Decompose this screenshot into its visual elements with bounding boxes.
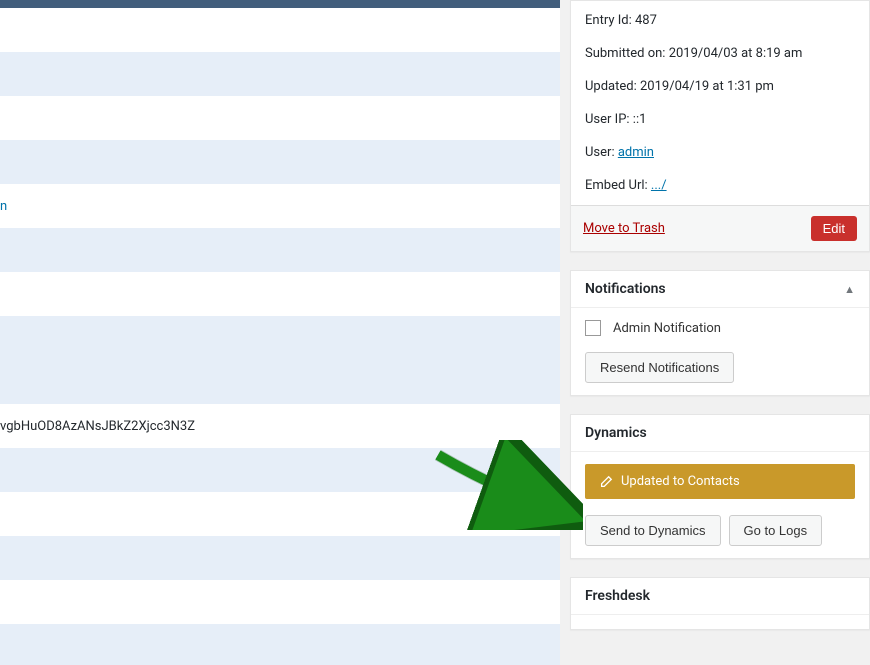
table-row (0, 140, 560, 184)
table-row (0, 96, 560, 140)
dynamics-status-bar: Updated to Contacts (585, 464, 855, 499)
entry-meta-box: Entry Id: 487 Submitted on: 2019/04/03 a… (570, 0, 870, 252)
admin-notification-row: Admin Notification (585, 320, 855, 336)
user-row: User: admin (585, 145, 855, 160)
embed-url-row: Embed Url: .../ (585, 178, 855, 193)
table-row (0, 360, 560, 404)
resend-notifications-button[interactable]: Resend Notifications (585, 352, 734, 383)
table-row (0, 580, 560, 624)
link-fragment[interactable]: n (0, 199, 7, 214)
freshdesk-header[interactable]: Freshdesk (571, 578, 869, 615)
sidebar: Entry Id: 487 Submitted on: 2019/04/03 a… (570, 0, 870, 665)
freshdesk-title: Freshdesk (585, 588, 650, 604)
dynamics-header[interactable]: Dynamics (571, 415, 869, 452)
table-row (0, 492, 560, 536)
user-label: User: (585, 145, 615, 160)
send-to-dynamics-button[interactable]: Send to Dynamics (585, 515, 721, 546)
submitted-value: 2019/04/03 at 8:19 am (669, 46, 803, 61)
main-content: n vgbHuOD8AzANsJBkZ2Xjcc3N3Z (0, 0, 560, 665)
embed-url-label: Embed Url: (585, 178, 648, 193)
notifications-title: Notifications (585, 281, 666, 297)
admin-notification-label: Admin Notification (613, 321, 721, 336)
updated-value: 2019/04/19 at 1:31 pm (640, 79, 774, 94)
submitted-label: Submitted on: (585, 46, 665, 61)
table-row: vgbHuOD8AzANsJBkZ2Xjcc3N3Z (0, 404, 560, 448)
table-row (0, 316, 560, 360)
table-row (0, 228, 560, 272)
table-row (0, 8, 560, 52)
edit-icon (599, 475, 613, 489)
updated-label: Updated: (585, 79, 637, 94)
entry-id-row: Entry Id: 487 (585, 13, 855, 28)
table-row (0, 624, 560, 665)
header-bar (0, 0, 560, 8)
embed-url-link[interactable]: .../ (651, 178, 667, 193)
user-ip-value: ::1 (633, 112, 647, 127)
entry-meta-footer: Move to Trash Edit (571, 205, 869, 251)
user-ip-label: User IP: (585, 112, 630, 127)
dynamics-status-label: Updated to Contacts (621, 474, 740, 489)
updated-row: Updated: 2019/04/19 at 1:31 pm (585, 79, 855, 94)
notifications-header[interactable]: Notifications ▲ (571, 271, 869, 308)
freshdesk-box: Freshdesk (570, 577, 870, 630)
dynamics-title: Dynamics (585, 425, 647, 441)
hash-text: vgbHuOD8AzANsJBkZ2Xjcc3N3Z (0, 419, 195, 434)
notifications-box: Notifications ▲ Admin Notification Resen… (570, 270, 870, 396)
go-to-logs-button[interactable]: Go to Logs (729, 515, 823, 546)
table-row (0, 52, 560, 96)
table-row (0, 536, 560, 580)
table-row: n (0, 184, 560, 228)
entry-id-value: 487 (635, 13, 657, 28)
admin-notification-checkbox[interactable] (585, 320, 601, 336)
table-row (0, 272, 560, 316)
edit-button[interactable]: Edit (811, 216, 857, 241)
move-to-trash-link[interactable]: Move to Trash (583, 221, 665, 236)
entry-id-label: Entry Id: (585, 13, 632, 28)
submitted-row: Submitted on: 2019/04/03 at 8:19 am (585, 46, 855, 61)
table-row (0, 448, 560, 492)
collapse-icon[interactable]: ▲ (844, 283, 855, 296)
user-link[interactable]: admin (618, 145, 654, 160)
user-ip-row: User IP: ::1 (585, 112, 855, 127)
dynamics-box: Dynamics Updated to Contacts Send to Dyn… (570, 414, 870, 559)
